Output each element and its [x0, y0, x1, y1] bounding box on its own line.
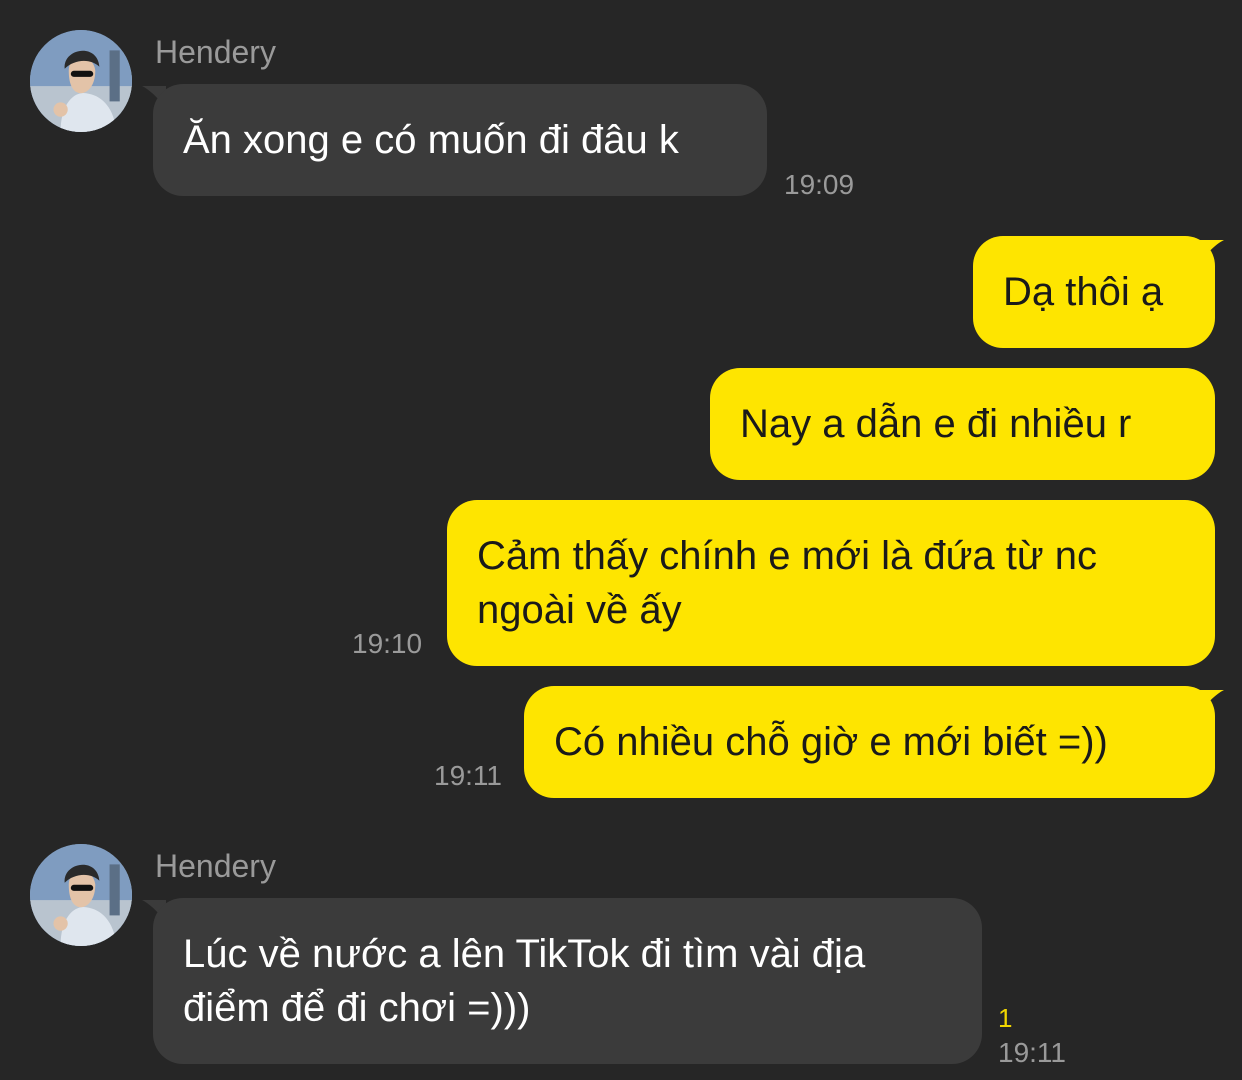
sender-name: Hendery: [155, 848, 276, 884]
message-bubble-incoming[interactable]: Lúc về nước a lên TikTok đi tìm vài địa …: [153, 898, 982, 1064]
sender-avatar[interactable]: [30, 844, 132, 946]
message-text: Có nhiều chỗ giờ e mới biết =)): [554, 720, 1108, 764]
message-text: Cảm thấy chính e mới là đứa từ nc ngoài …: [477, 534, 1098, 632]
sender-avatar[interactable]: [30, 30, 132, 132]
message-text: Ăn xong e có muốn đi đâu k: [183, 118, 679, 162]
message-bubble-incoming[interactable]: Ăn xong e có muốn đi đâu k: [153, 84, 767, 196]
message-bubble-outgoing[interactable]: Có nhiều chỗ giờ e mới biết =)): [524, 686, 1215, 798]
message-bubble-outgoing[interactable]: Nay a dẫn e đi nhiều r: [710, 368, 1215, 480]
message-time: 19:10: [352, 628, 423, 659]
message-text: Nay a dẫn e đi nhiều r: [740, 402, 1132, 446]
sender-name: Hendery: [155, 34, 276, 70]
bubble-tail: [1200, 690, 1224, 712]
message-time: 19:11: [434, 760, 502, 791]
message-time: 19:09: [784, 169, 855, 200]
message-text: Dạ thôi ạ: [1003, 270, 1164, 314]
chat-area: Hendery Ăn xong e có muốn đi đâu k 19:09…: [0, 0, 1242, 1080]
message-time: 19:11: [998, 1037, 1066, 1068]
message-bubble-outgoing[interactable]: Dạ thôi ạ: [973, 236, 1215, 348]
bubble-tail: [1200, 240, 1224, 262]
message-bubble-outgoing[interactable]: Cảm thấy chính e mới là đứa từ nc ngoài …: [447, 500, 1215, 666]
message-text: Lúc về nước a lên TikTok đi tìm vài địa …: [183, 932, 866, 1030]
unread-count: 1: [998, 1003, 1013, 1033]
